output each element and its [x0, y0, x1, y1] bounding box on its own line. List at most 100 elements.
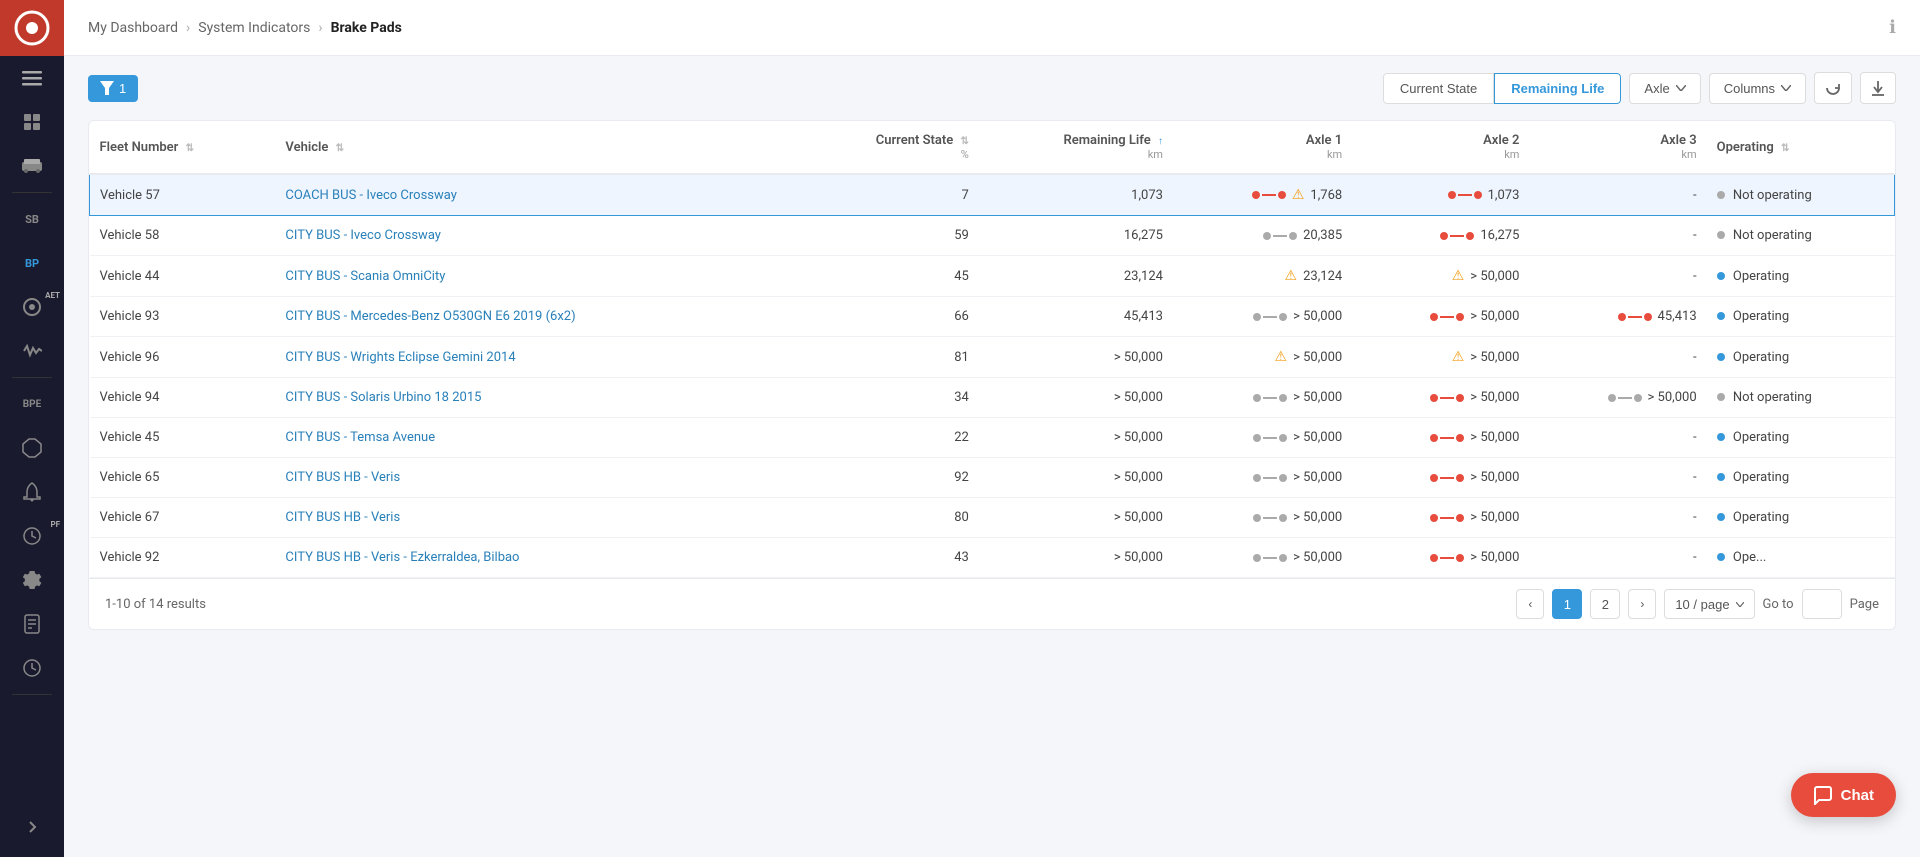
- refresh-button[interactable]: [1814, 72, 1852, 104]
- axle3-value: -: [1693, 470, 1697, 485]
- next-page-button[interactable]: ›: [1628, 589, 1656, 619]
- vehicle-cell[interactable]: CITY BUS - Wrights Eclipse Gemini 2014: [275, 337, 795, 378]
- col-fleet-number[interactable]: Fleet Number ⇅: [90, 121, 276, 174]
- filter-button[interactable]: 1: [88, 75, 138, 102]
- axle2-cell: ⚠ > 50,000: [1352, 337, 1529, 378]
- vehicle-cell[interactable]: COACH BUS - Iveco Crossway: [275, 174, 795, 216]
- operating-status-dot: [1717, 272, 1725, 280]
- col-vehicle[interactable]: Vehicle ⇅: [275, 121, 795, 174]
- vehicle-cell[interactable]: CITY BUS HB - Veris: [275, 498, 795, 538]
- sidebar-item-sb[interactable]: SB: [0, 197, 64, 241]
- download-button[interactable]: [1860, 72, 1896, 104]
- sidebar-item-dashboard[interactable]: [0, 100, 64, 144]
- sidebar-item-settings[interactable]: [0, 558, 64, 602]
- vehicle-cell[interactable]: CITY BUS - Mercedes-Benz O530GN E6 2019 …: [275, 297, 795, 337]
- table-row[interactable]: Vehicle 94 CITY BUS - Solaris Urbino 18 …: [90, 378, 1895, 418]
- axle1-cell: > 50,000: [1173, 458, 1352, 498]
- sidebar-item-bp[interactable]: BP: [0, 241, 64, 285]
- fleet-number-cell: Vehicle 45: [90, 418, 276, 458]
- current-state-cell: 43: [795, 538, 979, 578]
- axle-dropdown[interactable]: Axle: [1629, 73, 1700, 104]
- current-state-toggle[interactable]: Current State: [1383, 73, 1494, 104]
- axle1-value: > 50,000: [1293, 510, 1342, 525]
- app-logo[interactable]: [0, 0, 64, 56]
- axle2-cell: > 50,000: [1352, 378, 1529, 418]
- sidebar-item-bell[interactable]: [0, 470, 64, 514]
- table-row[interactable]: Vehicle 58 CITY BUS - Iveco Crossway 59 …: [90, 216, 1895, 256]
- table-row[interactable]: Vehicle 44 CITY BUS - Scania OmniCity 45…: [90, 256, 1895, 297]
- axle-red-bar-icon: [1252, 191, 1286, 199]
- table-row[interactable]: Vehicle 93 CITY BUS - Mercedes-Benz O530…: [90, 297, 1895, 337]
- operating-value: Operating: [1733, 350, 1789, 365]
- axle1-warn-icon: ⚠: [1292, 187, 1305, 203]
- axle3-value: 45,413: [1658, 309, 1697, 324]
- col-axle3[interactable]: Axle 3 km: [1529, 121, 1706, 174]
- col-current-state[interactable]: Current State ⇅ %: [795, 121, 979, 174]
- operating-status-dot: [1717, 231, 1725, 239]
- breadcrumb-home[interactable]: My Dashboard: [88, 20, 178, 36]
- remaining-life-cell: > 50,000: [979, 378, 1173, 418]
- sidebar-divider-2: [12, 377, 52, 378]
- vehicle-cell[interactable]: CITY BUS - Temsa Avenue: [275, 418, 795, 458]
- col-axle1[interactable]: Axle 1 km: [1173, 121, 1352, 174]
- vehicle-cell[interactable]: CITY BUS - Scania OmniCity: [275, 256, 795, 297]
- axle2-value: > 50,000: [1470, 430, 1519, 445]
- sidebar-item-bpe[interactable]: BPE: [0, 382, 64, 426]
- fleet-number-cell: Vehicle 93: [90, 297, 276, 337]
- breadcrumb-system[interactable]: System Indicators: [198, 20, 310, 36]
- axle-gray-bar-icon: [1253, 514, 1287, 522]
- sidebar-item-map[interactable]: [0, 426, 64, 470]
- info-icon[interactable]: ℹ: [1889, 17, 1896, 38]
- axle-red-bar-icon: [1430, 394, 1464, 402]
- page-2-button[interactable]: 2: [1590, 589, 1620, 619]
- sidebar-expand-button[interactable]: [0, 805, 64, 849]
- warning-icon: ⚠: [1275, 349, 1288, 365]
- columns-dropdown[interactable]: Columns: [1709, 73, 1806, 104]
- breadcrumb-current: Brake Pads: [331, 20, 402, 36]
- sidebar-item-vehicles[interactable]: [0, 144, 64, 188]
- warning-icon: ⚠: [1452, 349, 1465, 365]
- vehicle-cell[interactable]: CITY BUS - Iveco Crossway: [275, 216, 795, 256]
- remaining-life-cell: > 50,000: [979, 418, 1173, 458]
- sidebar-item-history[interactable]: [0, 646, 64, 690]
- page-1-button[interactable]: 1: [1552, 589, 1582, 619]
- table-row[interactable]: Vehicle 65 CITY BUS HB - Veris 92 > 50,0…: [90, 458, 1895, 498]
- operating-cell: Operating: [1707, 458, 1895, 498]
- vehicle-cell[interactable]: CITY BUS HB - Veris - Ezkerraldea, Bilba…: [275, 538, 795, 578]
- axle-red-bar-icon: [1448, 191, 1482, 199]
- vehicle-cell[interactable]: CITY BUS HB - Veris: [275, 458, 795, 498]
- sidebar-item-pf[interactable]: PF: [0, 514, 64, 558]
- chat-button[interactable]: Chat: [1791, 773, 1896, 817]
- table-row[interactable]: Vehicle 67 CITY BUS HB - Veris 80 > 50,0…: [90, 498, 1895, 538]
- axle2-value: > 50,000: [1470, 390, 1519, 405]
- col-axle2[interactable]: Axle 2 km: [1352, 121, 1529, 174]
- table-row[interactable]: Vehicle 92 CITY BUS HB - Veris - Ezkerra…: [90, 538, 1895, 578]
- menu-toggle-button[interactable]: [0, 56, 64, 100]
- col-operating[interactable]: Operating ⇅: [1707, 121, 1895, 174]
- sidebar-item-reports[interactable]: [0, 602, 64, 646]
- results-count: 1-10 of 14 results: [105, 597, 206, 612]
- axle-gray-bar-icon: [1253, 394, 1287, 402]
- operating-value: Not operating: [1733, 188, 1812, 203]
- axle2-cell: > 50,000: [1352, 538, 1529, 578]
- axle1-cell: ⚠ 23,124: [1173, 256, 1352, 297]
- axle1-cell: > 50,000: [1173, 418, 1352, 458]
- prev-page-button[interactable]: ‹: [1516, 589, 1544, 619]
- current-state-cell: 66: [795, 297, 979, 337]
- sidebar-item-al[interactable]: [0, 329, 64, 373]
- table-row[interactable]: Vehicle 45 CITY BUS - Temsa Avenue 22 > …: [90, 418, 1895, 458]
- goto-input[interactable]: [1802, 589, 1842, 619]
- per-page-dropdown[interactable]: 10 / page: [1664, 589, 1754, 619]
- filter-count: 1: [119, 81, 126, 96]
- axle1-value: 20,385: [1303, 228, 1342, 243]
- axle3-cell: -: [1529, 538, 1706, 578]
- table-row[interactable]: Vehicle 96 CITY BUS - Wrights Eclipse Ge…: [90, 337, 1895, 378]
- operating-cell: Ope...: [1707, 538, 1895, 578]
- table-row[interactable]: Vehicle 57 COACH BUS - Iveco Crossway 7 …: [90, 174, 1895, 216]
- col-remaining-life[interactable]: Remaining Life ↑ km: [979, 121, 1173, 174]
- table-header-row: Fleet Number ⇅ Vehicle ⇅ Current State ⇅…: [90, 121, 1895, 174]
- vehicle-cell[interactable]: CITY BUS - Solaris Urbino 18 2015: [275, 378, 795, 418]
- toolbar: 1 Current State Remaining Life Axle Colu…: [88, 72, 1896, 104]
- remaining-life-toggle[interactable]: Remaining Life: [1494, 73, 1621, 104]
- sidebar-item-aet[interactable]: AET: [0, 285, 64, 329]
